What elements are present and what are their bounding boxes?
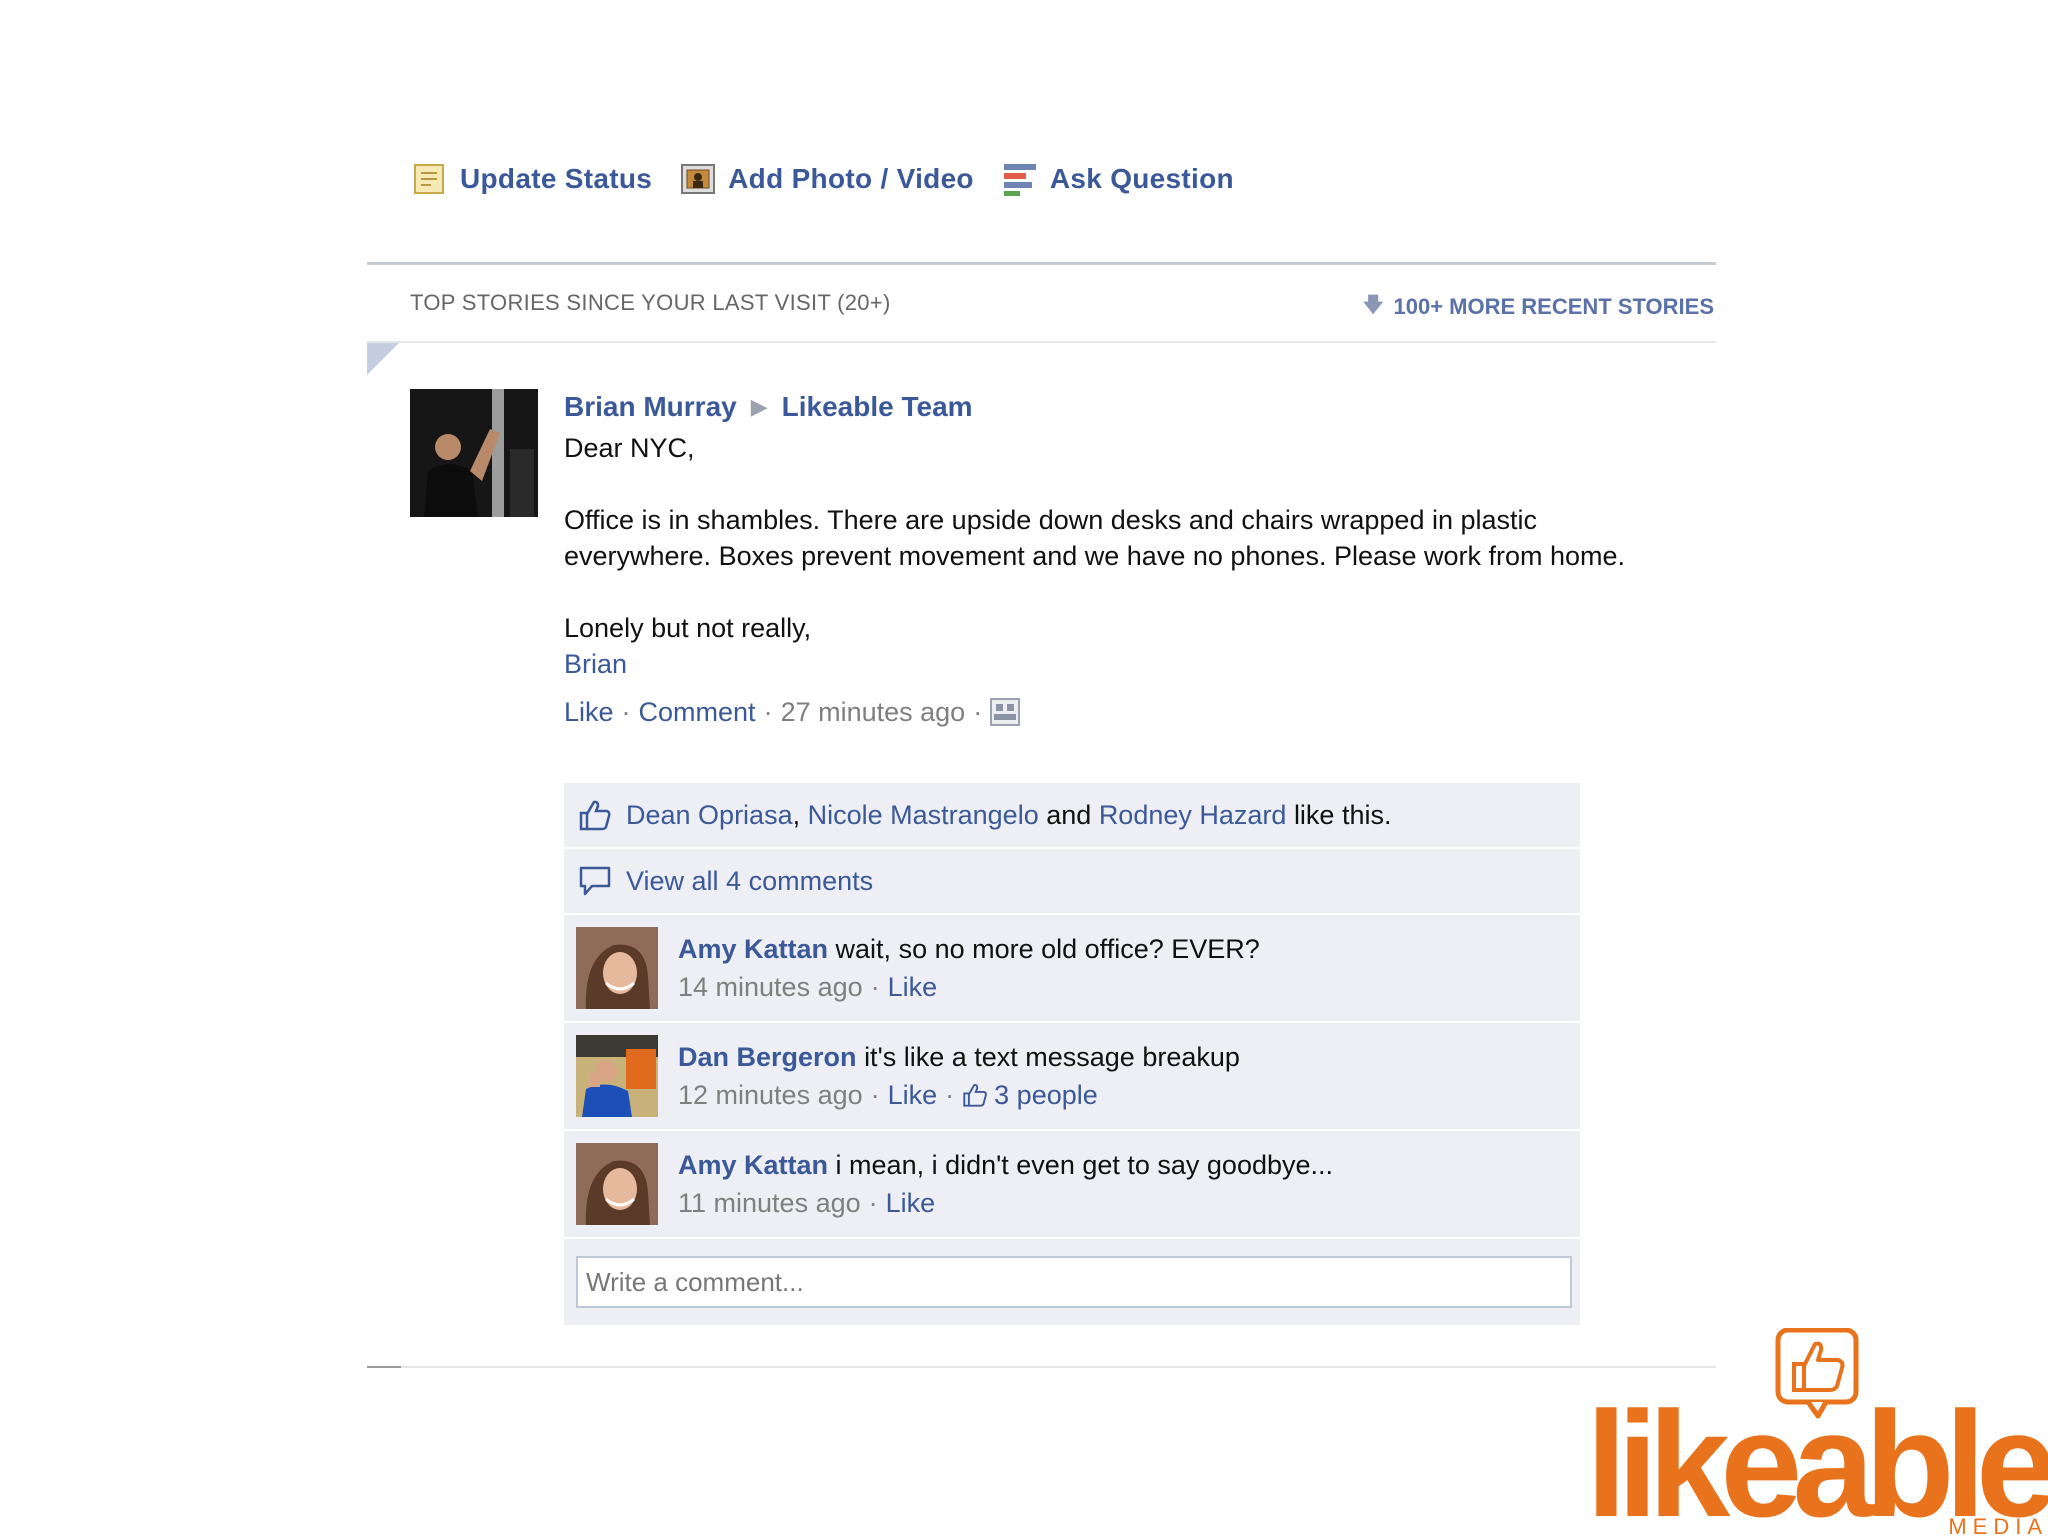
feedback-box: Dean Opriasa, Nicole Mastrangelo and Rod…	[564, 783, 1580, 1325]
composer-bar: Update Status Add Photo / Video Ask Ques…	[412, 156, 1262, 202]
divider	[367, 341, 1716, 343]
question-poll-icon	[1003, 164, 1036, 196]
comment-link[interactable]: Comment	[639, 697, 756, 728]
liker-name[interactable]: Dean Opriasa	[626, 800, 793, 830]
comment-input-row	[564, 1239, 1580, 1325]
comment-text: it's like a text message breakup	[864, 1042, 1240, 1072]
divider	[367, 262, 1716, 265]
post-signature[interactable]: Brian	[564, 646, 1684, 682]
comment-input[interactable]	[576, 1256, 1572, 1308]
stories-bar: TOP STORIES SINCE YOUR LAST VISIT (20+) …	[410, 290, 1714, 320]
comment-likes-count[interactable]: 3 people	[994, 1076, 1098, 1114]
arrow-right-icon: ▶	[750, 394, 768, 419]
comment-author[interactable]: Amy Kattan	[678, 934, 828, 964]
likeable-media-logo: likeable MEDIA	[1586, 1328, 2048, 1536]
thumbs-up-icon	[963, 1083, 988, 1107]
comment-like-link[interactable]: Like	[888, 1076, 938, 1114]
arrow-down-icon: 🡇	[1362, 294, 1384, 316]
comment-bubble-icon	[579, 866, 611, 896]
view-all-comments-row[interactable]: View all 4 comments	[564, 849, 1580, 915]
status-note-icon	[414, 164, 444, 194]
post-target[interactable]: Likeable Team	[782, 391, 973, 423]
ask-question-label: Ask Question	[1049, 163, 1234, 194]
comment-text: i mean, i didn't even get to say goodbye…	[835, 1150, 1334, 1180]
post-timestamp[interactable]: 27 minutes ago	[781, 697, 966, 728]
like-link[interactable]: Like	[564, 697, 614, 728]
comment-text: wait, so no more old office? EVER?	[835, 934, 1260, 964]
comment-like-link[interactable]: Like	[888, 968, 938, 1006]
logo-subtitle: MEDIA	[1948, 1514, 2048, 1536]
update-status-label: Update Status	[460, 163, 653, 194]
comment-like-link[interactable]: Like	[886, 1184, 936, 1222]
likes-and: and	[1046, 799, 1092, 830]
ask-question-button[interactable]: Ask Question	[1002, 161, 1234, 197]
avatar[interactable]	[576, 1143, 658, 1225]
photo-icon	[681, 164, 716, 194]
liker-name[interactable]: Rodney Hazard	[1099, 800, 1287, 830]
top-story-corner-marker	[367, 343, 399, 375]
comment-author[interactable]: Dan Bergeron	[678, 1042, 857, 1072]
add-photo-video-button[interactable]: Add Photo / Video	[680, 161, 974, 197]
likes-row: Dean Opriasa, Nicole Mastrangelo and Rod…	[564, 783, 1580, 849]
add-photo-video-label: Add Photo / Video	[728, 163, 974, 194]
comment-timestamp[interactable]: 14 minutes ago	[678, 968, 863, 1006]
comment-timestamp[interactable]: 12 minutes ago	[678, 1076, 863, 1114]
view-all-comments-link[interactable]: View all 4 comments	[626, 866, 873, 897]
story-header: Brian Murray ▶ Likeable Team	[564, 388, 1684, 426]
liker-name[interactable]: Nicole Mastrangelo	[808, 800, 1039, 830]
story: Brian Murray ▶ Likeable Team Dear NYC, O…	[564, 388, 1684, 730]
avatar[interactable]	[410, 389, 538, 517]
avatar-photo	[410, 389, 538, 517]
post-actions: Like · Comment · 27 minutes ago ·	[564, 694, 1684, 730]
divider	[367, 1366, 1716, 1368]
comment-author[interactable]: Amy Kattan	[678, 1150, 828, 1180]
thumbs-up-icon	[579, 800, 611, 831]
avatar[interactable]	[576, 927, 658, 1009]
comment-item: Dan Bergeron it's like a text message br…	[564, 1023, 1580, 1131]
recent-stories-label: 100+ MORE RECENT STORIES	[1393, 294, 1714, 319]
top-stories-label[interactable]: TOP STORIES SINCE YOUR LAST VISIT (20+)	[410, 290, 891, 316]
avatar[interactable]	[576, 1035, 658, 1117]
comment-item: Amy Kattan i mean, i didn't even get to …	[564, 1131, 1580, 1239]
comment-item: Amy Kattan wait, so no more old office? …	[564, 915, 1580, 1023]
group-audience-icon[interactable]	[990, 698, 1021, 726]
comment-timestamp[interactable]: 11 minutes ago	[678, 1184, 861, 1222]
divider	[367, 1366, 401, 1368]
post-body: Dear NYC, Office is in shambles. There a…	[564, 433, 1626, 643]
post-author[interactable]: Brian Murray	[564, 391, 737, 423]
likes-suffix: like this.	[1293, 799, 1392, 830]
logo-wordmark: likeable	[1586, 1380, 2048, 1536]
recent-stories-link[interactable]: 🡇 100+ MORE RECENT STORIES	[1363, 290, 1714, 324]
update-status-button[interactable]: Update Status	[412, 161, 652, 197]
